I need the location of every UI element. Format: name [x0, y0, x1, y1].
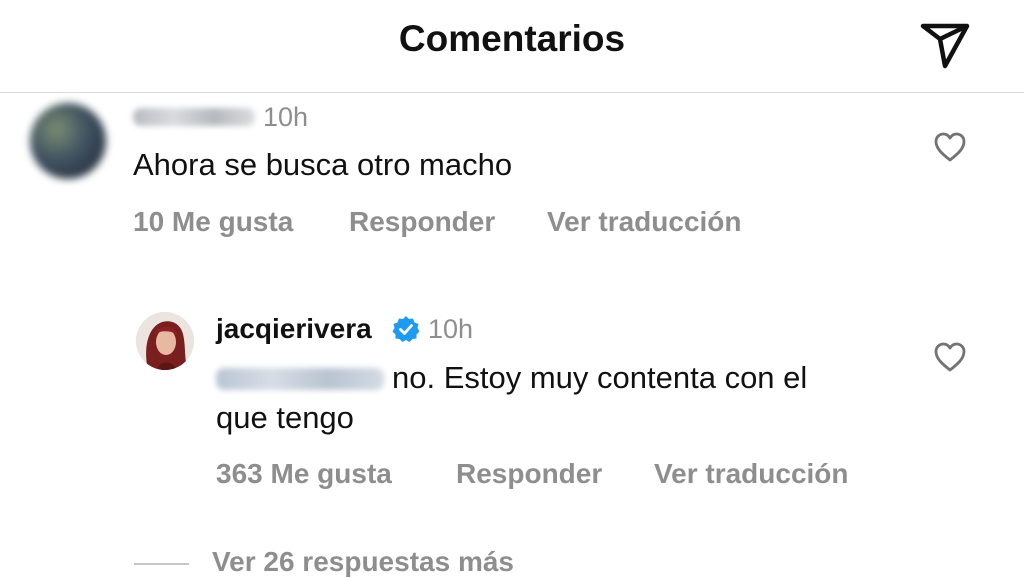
reply-button[interactable]: Responder	[456, 458, 602, 490]
comment-text: Ahora se busca otro macho	[133, 147, 513, 182]
avatar[interactable]	[30, 103, 106, 179]
like-button[interactable]	[933, 341, 967, 373]
comment-text-line2: que tengo	[216, 400, 354, 435]
heart-icon	[934, 132, 966, 162]
divider	[134, 563, 189, 565]
reply-button[interactable]: Responder	[349, 206, 495, 238]
username-blurred[interactable]	[133, 108, 255, 126]
send-button[interactable]	[915, 10, 975, 70]
verified-badge-icon	[392, 315, 420, 343]
translate-button[interactable]: Ver traducción	[654, 458, 849, 490]
mention-blurred[interactable]	[216, 368, 384, 390]
comment-text-line1: no. Estoy muy contenta con el	[392, 360, 808, 395]
page-title: Comentarios	[398, 18, 626, 59]
username[interactable]: jacqierivera	[216, 313, 372, 345]
profile-photo	[136, 312, 194, 370]
header: Comentarios	[0, 0, 1024, 93]
heart-icon	[934, 342, 966, 372]
translate-button[interactable]: Ver traducción	[547, 206, 742, 238]
comment-time: 10h	[263, 102, 309, 132]
view-more-replies-button[interactable]: Ver 26 respuestas más	[212, 546, 514, 578]
like-button[interactable]	[933, 131, 967, 163]
paper-plane-icon	[920, 23, 970, 69]
avatar[interactable]	[136, 312, 194, 370]
likes-count[interactable]: 363 Me gusta	[216, 458, 392, 490]
likes-count[interactable]: 10 Me gusta	[133, 206, 293, 238]
comment-time: 10h	[428, 314, 474, 344]
